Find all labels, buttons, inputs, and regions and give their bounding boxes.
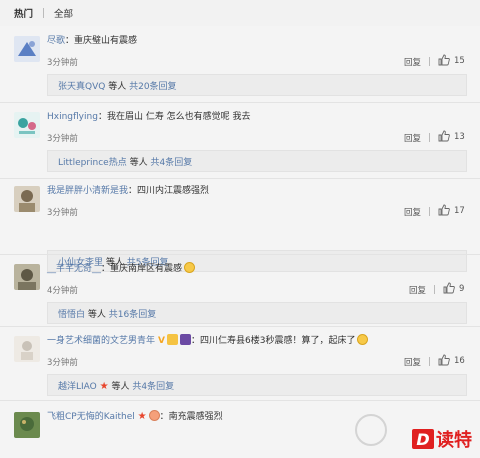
thumbs-up-icon[interactable]: [438, 354, 450, 366]
comment-text: 重庆璧山有震感: [74, 36, 138, 46]
sub-reply-user[interactable]: 悟悟白: [58, 310, 85, 320]
reply-button[interactable]: 回复: [404, 132, 421, 144]
avatar[interactable]: [14, 36, 40, 62]
comment-divider: [0, 254, 480, 255]
like-count: 15: [454, 56, 465, 66]
like-count: 17: [454, 206, 465, 216]
sub-reply-box[interactable]: 张天真QVQ 等人 共20条回复: [47, 74, 467, 96]
action-divider: [429, 133, 430, 142]
action-divider: [429, 357, 430, 366]
sub-reply-user[interactable]: 张天真QVQ: [58, 82, 105, 92]
people-suffix: 等人: [111, 382, 130, 392]
comment-divider: [0, 178, 480, 179]
like-count: 13: [454, 132, 465, 142]
comment-text: 我在眉山 仁寿 怎么也有感觉呢 我去: [106, 112, 251, 122]
comment-username[interactable]: 一身艺术细菌的文艺男青年: [47, 336, 155, 346]
like-count: 9: [459, 284, 465, 294]
comment-divider: [0, 102, 480, 103]
thumbs-up-icon[interactable]: [438, 204, 450, 216]
sub-reply-box[interactable]: 越洋LIAO ★ 等人 共4条回复: [47, 374, 467, 396]
avatar[interactable]: [14, 336, 40, 362]
thumbs-up-icon[interactable]: [443, 282, 455, 294]
comment-time: 3分钟前: [47, 358, 78, 368]
reply-button[interactable]: 回复: [404, 206, 421, 218]
thumbs-up-icon[interactable]: [438, 130, 450, 142]
people-suffix: 等人: [87, 310, 106, 320]
comment-divider: [0, 326, 480, 327]
action-divider: [434, 285, 435, 294]
brand-name: 读特: [436, 430, 472, 451]
reply-button[interactable]: 回复: [409, 284, 426, 296]
comment-text: 重庆南岸区有震感: [110, 264, 183, 274]
thumbs-up-icon[interactable]: [438, 54, 450, 66]
brand-logo-icon: D: [412, 429, 434, 449]
sub-reply-box[interactable]: Littleprince热点 等人 共4条回复: [47, 150, 467, 172]
badge-icon: [166, 334, 178, 345]
action-divider: [429, 207, 430, 216]
tab-hot[interactable]: 热门: [14, 6, 33, 20]
like-count: 16: [454, 356, 465, 366]
comment-time: 3分钟前: [47, 58, 78, 68]
comment-username[interactable]: 尽歌: [47, 36, 65, 46]
comment-time: 3分钟前: [47, 134, 78, 144]
comment-username[interactable]: 我是胖胖小清新是我: [47, 186, 128, 196]
comment-username[interactable]: 飞粗CP无悔的Kaithel: [47, 412, 135, 422]
comment-time: 3分钟前: [47, 208, 78, 218]
sub-reply-count[interactable]: 共20条回复: [129, 82, 176, 92]
tab-all[interactable]: 全部: [54, 6, 73, 20]
people-suffix: 等人: [108, 82, 127, 92]
emoji-icon: [148, 410, 160, 421]
comment-divider: [0, 400, 480, 401]
comment-text: 南充震感强烈: [168, 412, 223, 422]
tab-divider: [43, 8, 45, 18]
sub-reply-user[interactable]: Littleprince热点: [58, 158, 127, 168]
action-divider: [429, 57, 430, 66]
emoji-icon: [357, 334, 369, 345]
people-suffix: 等人: [129, 158, 148, 168]
member-badge-icon: [179, 334, 191, 345]
reply-button[interactable]: 回复: [404, 356, 421, 368]
star-icon: ★: [137, 411, 147, 422]
sub-reply-count[interactable]: 共4条回复: [132, 382, 174, 392]
sub-reply-count[interactable]: 共4条回复: [150, 158, 192, 168]
verified-v-icon: V: [158, 336, 165, 346]
watermark-circle: [355, 414, 387, 446]
sub-reply-count[interactable]: 共16条回复: [109, 310, 156, 320]
comment-time: 4分钟前: [47, 286, 78, 296]
comment-text: 四川内江震感强烈: [137, 186, 210, 196]
star-icon: ★: [99, 381, 109, 392]
avatar[interactable]: [14, 264, 40, 290]
comment-text: 四川仁寿县6楼3秒震感！算了，起床了: [200, 336, 356, 346]
comment-tabs: 热门 全部: [0, 0, 480, 26]
emoji-icon: [184, 262, 196, 273]
reply-button[interactable]: 回复: [404, 56, 421, 68]
sub-reply-user[interactable]: 越洋LIAO: [58, 382, 97, 392]
avatar[interactable]: [14, 186, 40, 212]
comment-username[interactable]: __芊芊无奇__: [47, 264, 101, 274]
sub-reply-box[interactable]: 悟悟白 等人 共16条回复: [47, 302, 467, 324]
watermark-logo: D 读特: [412, 426, 472, 452]
comment-username[interactable]: Hxingflying: [47, 112, 98, 122]
avatar[interactable]: [14, 112, 40, 138]
avatar[interactable]: [14, 412, 40, 438]
